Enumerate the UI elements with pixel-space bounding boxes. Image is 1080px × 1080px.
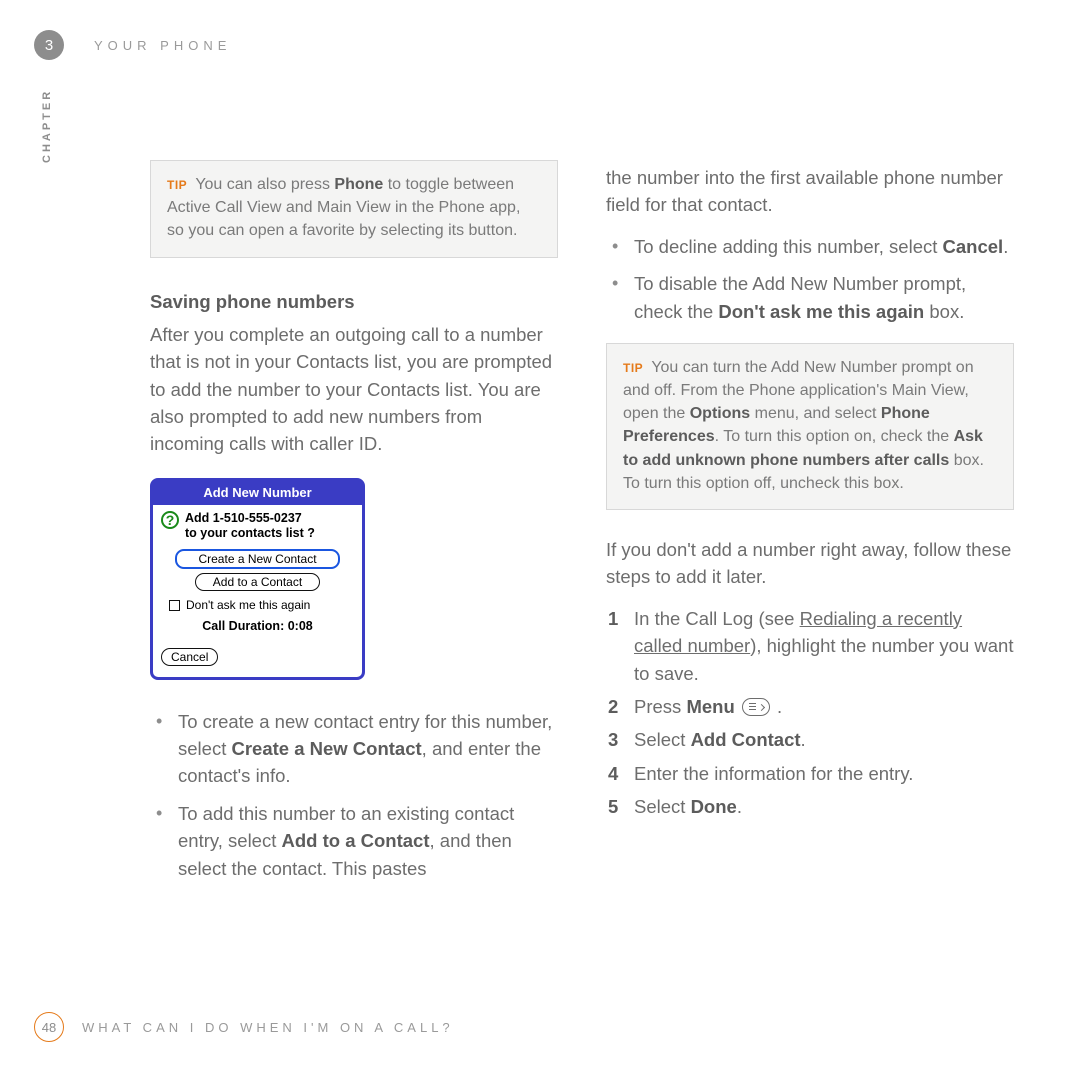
call-duration: Call Duration: 0:08	[161, 617, 354, 636]
tip1-text-a: You can also press	[191, 176, 334, 193]
bullet-add-to-contact: To add this number to an existing contac…	[150, 800, 558, 882]
step-1: In the Call Log (see Redialing a recentl…	[606, 605, 1014, 687]
create-new-contact-button[interactable]: Create a New Contact	[175, 549, 340, 569]
bullet-create-contact: To create a new contact entry for this n…	[150, 708, 558, 790]
page-number: 48	[34, 1012, 64, 1042]
tip2-b1: Options	[690, 405, 750, 422]
menu-icon	[742, 698, 770, 716]
left-column: TIP You can also press Phone to toggle b…	[150, 160, 558, 892]
rb2-bold: Don't ask me this again	[718, 301, 924, 322]
rb1-a: To decline adding this number, select	[634, 236, 943, 257]
tip2-t2: menu, and select	[750, 405, 881, 422]
page-header-title: YOUR PHONE	[94, 38, 231, 53]
step-3: Select Add Contact.	[606, 726, 1014, 753]
tip-label-2: TIP	[623, 361, 643, 375]
bullet-disable-prompt: To disable the Add New Number prompt, ch…	[606, 270, 1014, 325]
step-2: Press Menu .	[606, 693, 1014, 720]
checkbox-icon[interactable]	[169, 600, 180, 611]
right-column: the number into the first available phon…	[606, 160, 1014, 892]
s3-a: Select	[634, 729, 691, 750]
dialog-title: Add New Number	[153, 481, 362, 505]
left-bullet-list: To create a new contact entry for this n…	[150, 708, 558, 882]
add-new-number-dialog: Add New Number ? Add 1-510-555-0237 to y…	[150, 478, 365, 680]
s5-bold: Done	[691, 796, 737, 817]
tip1-bold: Phone	[334, 176, 383, 193]
chapter-label: CHAPTER	[41, 89, 53, 163]
question-icon: ?	[161, 511, 179, 529]
s1-a: In the Call Log (see	[634, 608, 800, 629]
step-4: Enter the information for the entry.	[606, 760, 1014, 787]
dialog-prompt: ? Add 1-510-555-0237 to your contacts li…	[161, 511, 354, 541]
rb2-b: box.	[924, 301, 964, 322]
dialog-body: ? Add 1-510-555-0237 to your contacts li…	[153, 505, 362, 677]
steps-list: In the Call Log (see Redialing a recentl…	[606, 605, 1014, 821]
page-footer: 48 WHAT CAN I DO WHEN I'M ON A CALL?	[34, 1012, 454, 1042]
right-bullet-list: To decline adding this number, select Ca…	[606, 233, 1014, 325]
cancel-button[interactable]: Cancel	[161, 648, 218, 666]
dont-ask-checkbox-row[interactable]: Don't ask me this again	[169, 597, 354, 615]
section-intro: After you complete an outgoing call to a…	[150, 321, 558, 458]
rb1-b: .	[1003, 236, 1008, 257]
s2-b: .	[772, 696, 782, 717]
tip-label: TIP	[167, 178, 187, 192]
s5-a: Select	[634, 796, 691, 817]
footer-text: WHAT CAN I DO WHEN I'M ON A CALL?	[82, 1020, 454, 1035]
b1-bold: Create a New Contact	[231, 738, 421, 759]
right-continuation: the number into the first available phon…	[606, 164, 1014, 219]
add-to-contact-button[interactable]: Add to a Contact	[195, 573, 320, 591]
section-heading: Saving phone numbers	[150, 288, 558, 315]
later-intro: If you don't add a number right away, fo…	[606, 536, 1014, 591]
bullet-decline: To decline adding this number, select Ca…	[606, 233, 1014, 260]
s2-a: Press	[634, 696, 686, 717]
s3-bold: Add Contact	[691, 729, 801, 750]
dont-ask-label: Don't ask me this again	[186, 597, 310, 615]
rb1-bold: Cancel	[943, 236, 1004, 257]
step-5: Select Done.	[606, 793, 1014, 820]
dialog-prompt-line1: Add 1-510-555-0237	[185, 511, 302, 525]
content-columns: TIP You can also press Phone to toggle b…	[150, 160, 1040, 892]
tip-box-1: TIP You can also press Phone to toggle b…	[150, 160, 558, 258]
s3-b: .	[801, 729, 806, 750]
dialog-prompt-line2: to your contacts list ?	[185, 526, 315, 540]
b2-bold: Add to a Contact	[282, 830, 430, 851]
chapter-number-badge: 3	[34, 30, 64, 60]
s2-bold: Menu	[686, 696, 734, 717]
tip2-t3: . To turn this option on, check the	[715, 428, 954, 445]
s5-b: .	[737, 796, 742, 817]
tip-box-2: TIP You can turn the Add New Number prom…	[606, 343, 1014, 510]
